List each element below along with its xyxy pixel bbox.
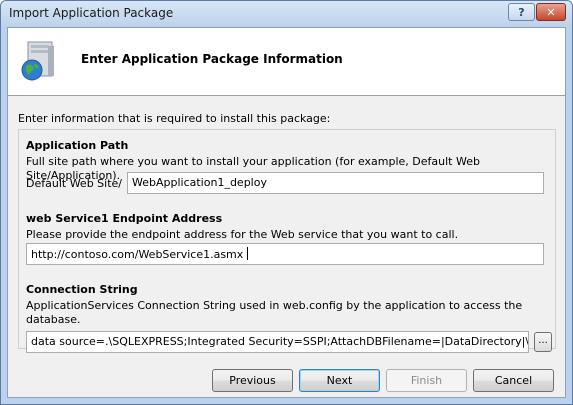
title-bar: Import Application Package ? ✕ bbox=[1, 1, 572, 27]
connection-title: Connection String bbox=[26, 283, 138, 296]
previous-button[interactable]: Previous bbox=[212, 369, 293, 392]
cancel-button[interactable]: Cancel bbox=[473, 369, 554, 392]
endpoint-description: Please provide the endpoint address for … bbox=[26, 228, 459, 241]
app-path-input[interactable]: WebApplication1_deploy bbox=[127, 172, 544, 194]
package-globe-icon bbox=[21, 41, 54, 81]
text-caret bbox=[247, 247, 249, 260]
next-button[interactable]: Next bbox=[299, 369, 380, 392]
finish-button[interactable]: Finish bbox=[386, 369, 467, 392]
endpoint-value: http://contoso.com/WebService1.asmx bbox=[31, 248, 244, 261]
help-icon: ? bbox=[518, 5, 525, 19]
wizard-header: Enter Application Package Information bbox=[8, 28, 565, 96]
dialog-body: Enter Application Package Information En… bbox=[7, 27, 566, 398]
close-icon: ✕ bbox=[546, 5, 556, 19]
connection-string-input[interactable]: data source=.\SQLEXPRESS;Integrated Secu… bbox=[26, 331, 529, 353]
help-button[interactable]: ? bbox=[508, 3, 535, 21]
parameters-panel: Application Path Full site path where yo… bbox=[18, 129, 556, 353]
connection-description: ApplicationServices Connection String us… bbox=[26, 299, 523, 326]
close-button[interactable]: ✕ bbox=[536, 3, 566, 21]
app-path-title: Application Path bbox=[26, 139, 129, 152]
import-package-dialog: Import Application Package ? ✕ Enter App… bbox=[0, 0, 573, 405]
endpoint-title: web Service1 Endpoint Address bbox=[26, 212, 223, 225]
page-title: Enter Application Package Information bbox=[81, 52, 343, 66]
window-title: Import Application Package bbox=[9, 6, 174, 20]
site-prefix-label: Default Web Site/ bbox=[26, 177, 122, 190]
intro-text: Enter information that is required to in… bbox=[18, 112, 331, 125]
browse-connection-button[interactable]: ... bbox=[534, 332, 552, 352]
endpoint-input[interactable]: http://contoso.com/WebService1.asmx bbox=[26, 243, 544, 265]
